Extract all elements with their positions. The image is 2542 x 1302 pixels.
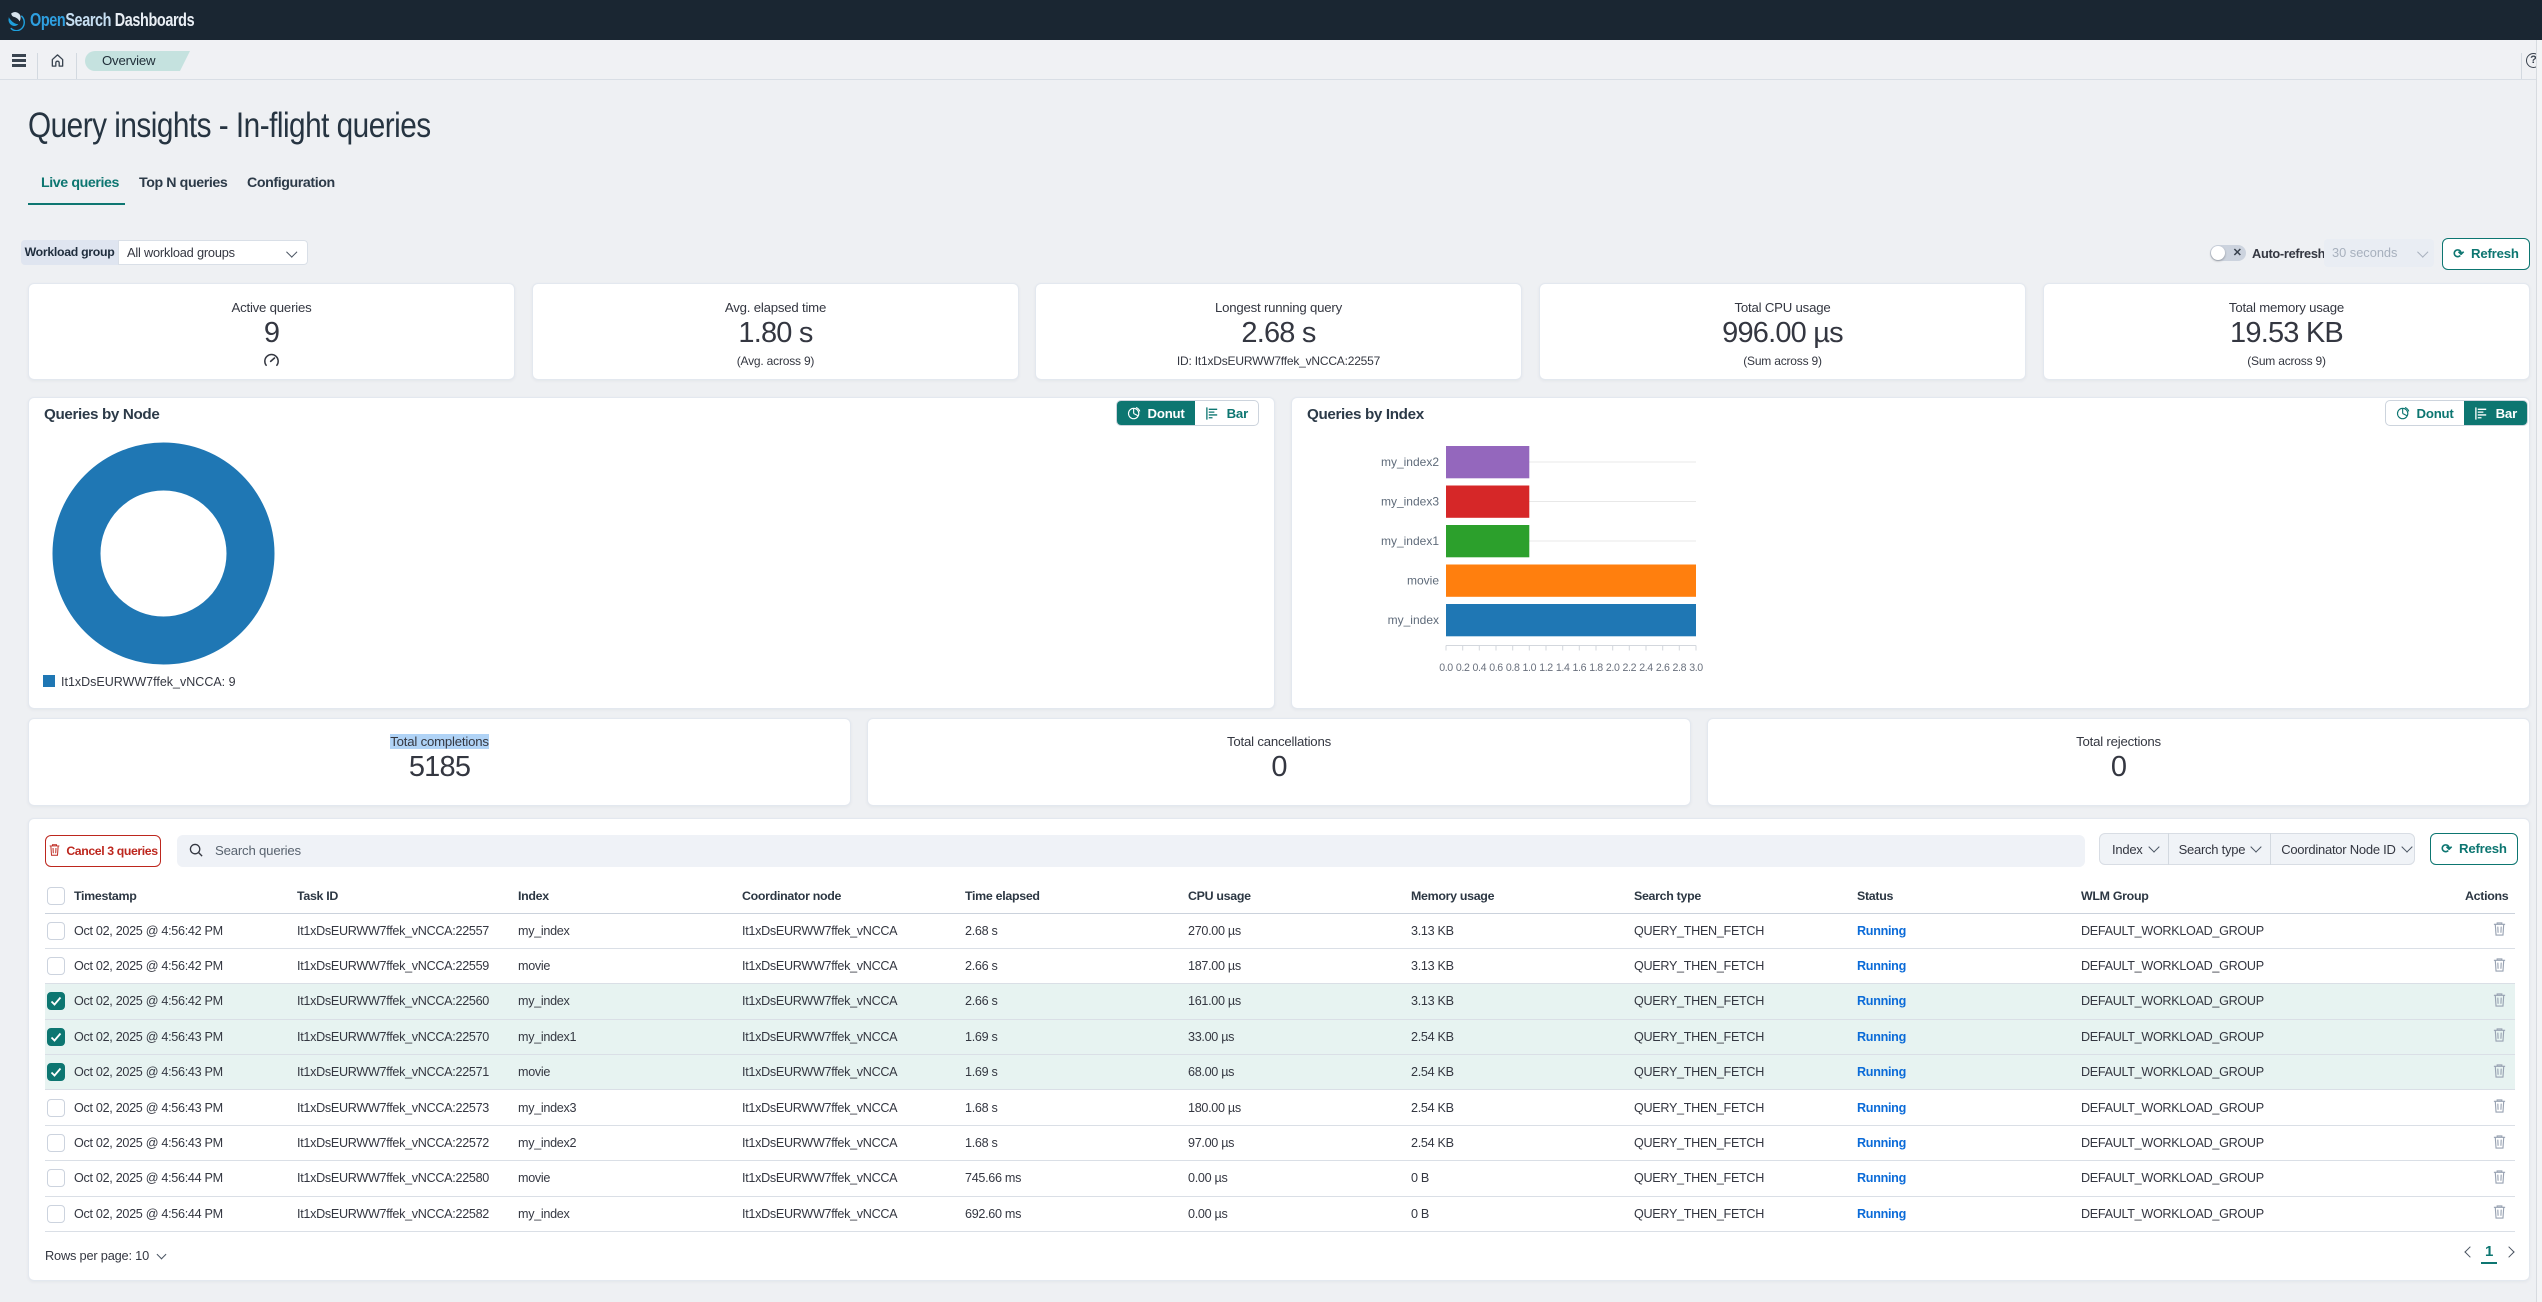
svg-text:0.0: 0.0 [1439, 662, 1453, 674]
svg-text:my_index: my_index [1388, 613, 1439, 627]
svg-text:0.2: 0.2 [1456, 662, 1470, 674]
svg-text:0.6: 0.6 [1489, 662, 1503, 674]
svg-text:my_index3: my_index3 [1381, 495, 1439, 509]
svg-text:my_index2: my_index2 [1381, 455, 1439, 469]
svg-text:1.0: 1.0 [1523, 662, 1537, 674]
svg-text:movie: movie [1407, 574, 1439, 588]
svg-text:2.6: 2.6 [1656, 662, 1670, 674]
svg-text:2.2: 2.2 [1623, 662, 1637, 674]
svg-text:2.4: 2.4 [1639, 662, 1653, 674]
svg-text:my_index1: my_index1 [1381, 534, 1439, 548]
svg-text:2.0: 2.0 [1606, 662, 1620, 674]
svg-text:3.0: 3.0 [1689, 662, 1703, 674]
svg-text:1.8: 1.8 [1589, 662, 1603, 674]
svg-text:2.8: 2.8 [1673, 662, 1687, 674]
svg-text:1.4: 1.4 [1556, 662, 1570, 674]
svg-text:0.8: 0.8 [1506, 662, 1520, 674]
svg-text:0.4: 0.4 [1473, 662, 1487, 674]
svg-text:1.2: 1.2 [1539, 662, 1553, 674]
svg-text:1.6: 1.6 [1573, 662, 1587, 674]
